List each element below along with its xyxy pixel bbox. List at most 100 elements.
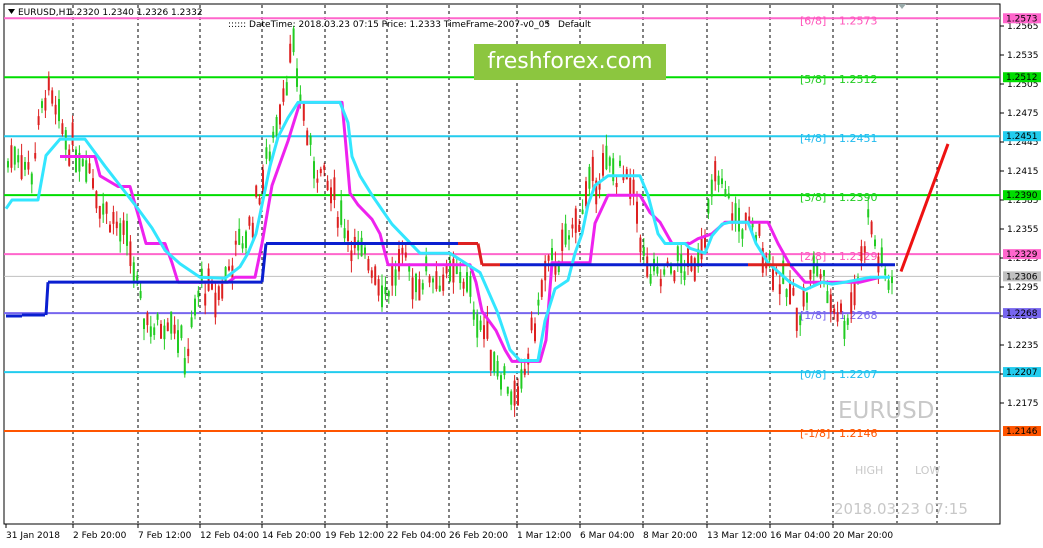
y-tick-label: 1.2235 (1007, 341, 1039, 351)
candle-body (177, 330, 179, 353)
candle-body (275, 117, 278, 136)
candle-body (289, 43, 292, 63)
candle-body (795, 307, 798, 331)
candle-body (806, 292, 808, 303)
candle-body (500, 375, 502, 390)
murrey-level-label: [4/8] (800, 132, 826, 145)
candle-body (122, 220, 125, 235)
candle-body (71, 122, 74, 145)
murrey-level-value: 1.2573 (839, 14, 878, 27)
candle-body (251, 222, 254, 238)
watermark-low: LOW (915, 464, 940, 477)
candle-body (442, 274, 445, 291)
candle-body (870, 221, 873, 235)
x-tick-label: 8 Mar 20:00 (643, 531, 698, 541)
candle-body (880, 247, 883, 264)
murrey-level-value: 1.2390 (839, 191, 878, 204)
candle-body (41, 101, 43, 108)
candle-body (265, 147, 268, 159)
candle-body (217, 286, 220, 300)
candle-body (17, 155, 20, 163)
y-tick-label: 1.2355 (1007, 225, 1039, 235)
candle-body (88, 163, 91, 174)
candle-body (126, 220, 128, 246)
candle-body (415, 273, 417, 293)
candle-body (357, 240, 360, 251)
candle-body (343, 228, 346, 239)
candle-body (483, 325, 485, 340)
candle-body (92, 178, 94, 189)
candle-body (316, 178, 319, 183)
candle-body (58, 98, 60, 122)
y-tick-label: 1.2295 (1007, 283, 1039, 293)
candle-body (636, 201, 638, 224)
candle-body (452, 258, 455, 283)
candle-body (241, 243, 244, 249)
candle-body (432, 278, 434, 283)
candle-body (493, 352, 496, 373)
candle-body (853, 280, 856, 306)
candle-body (190, 317, 193, 328)
candle-body (238, 228, 241, 245)
candle-body (153, 327, 156, 336)
candle-body (615, 182, 618, 188)
candle-body (826, 291, 829, 304)
candle-body (160, 323, 162, 339)
candle-body (27, 162, 30, 170)
candle-body (204, 293, 207, 306)
candle-body (381, 285, 383, 308)
x-tick-label: 2 Feb 20:00 (73, 531, 127, 541)
candle-body (435, 271, 438, 290)
price-tag-label: 1.2573 (1006, 14, 1038, 24)
candle-body (860, 246, 863, 262)
blue-step (44, 282, 50, 316)
candle-body (75, 149, 77, 173)
candle-body (874, 239, 876, 247)
x-tick-label: 7 Feb 12:00 (138, 531, 192, 541)
candle-body (364, 247, 366, 254)
candle-body (262, 169, 264, 191)
candle-body (534, 323, 536, 342)
candle-body (248, 216, 251, 226)
candle-body (646, 256, 649, 277)
candle-body (129, 241, 132, 267)
candle-body (887, 280, 890, 290)
candle-body (656, 266, 659, 274)
candle-body (183, 358, 186, 375)
candle-body (829, 294, 832, 313)
candle-body (462, 281, 465, 289)
candle-body (673, 270, 676, 282)
candle-body (143, 318, 145, 330)
x-tick-label: 22 Feb 04:00 (387, 531, 446, 541)
candle-body (336, 216, 339, 228)
chart-window: [6/8] 1.2573 [5/8] 1.2512 [4/8] 1.2451 [3/8] 1.… (0, 0, 1043, 548)
candle-body (438, 285, 441, 292)
candle-body (840, 303, 842, 313)
candle-body (258, 198, 261, 205)
candle-body (608, 157, 611, 166)
candle-body (517, 386, 519, 406)
candle-body (146, 312, 149, 326)
price-chart[interactable]: [6/8] 1.2573 [5/8] 1.2512 [4/8] 1.2451 [3/8] 1.… (0, 0, 1043, 548)
candle-body (693, 258, 696, 281)
candle-body (649, 274, 652, 284)
symbol-label: EURUSD,H1 (18, 8, 71, 18)
candle-body (809, 269, 812, 280)
candle-body (163, 325, 166, 340)
murrey-level-value: 1.2207 (839, 368, 878, 381)
x-tick-label: 31 Jan 2018 (6, 531, 60, 541)
x-tick-label: 16 Mar 04:00 (770, 531, 830, 541)
candle-body (272, 131, 275, 138)
watermark-symbol: EURUSD (838, 398, 935, 424)
candle-body (360, 237, 363, 257)
candle-body (44, 97, 47, 111)
candle-body (398, 249, 400, 272)
datetime-info: :::::: DateTime: 2018.03.23 07:15 Price:… (228, 20, 550, 30)
candle-body (578, 224, 581, 232)
candle-body (119, 223, 122, 242)
candle-body (710, 179, 713, 197)
candle-body (394, 269, 397, 286)
price-tag-label: 1.2329 (1006, 250, 1038, 260)
candle-body (319, 168, 322, 174)
candle-body (843, 320, 846, 339)
